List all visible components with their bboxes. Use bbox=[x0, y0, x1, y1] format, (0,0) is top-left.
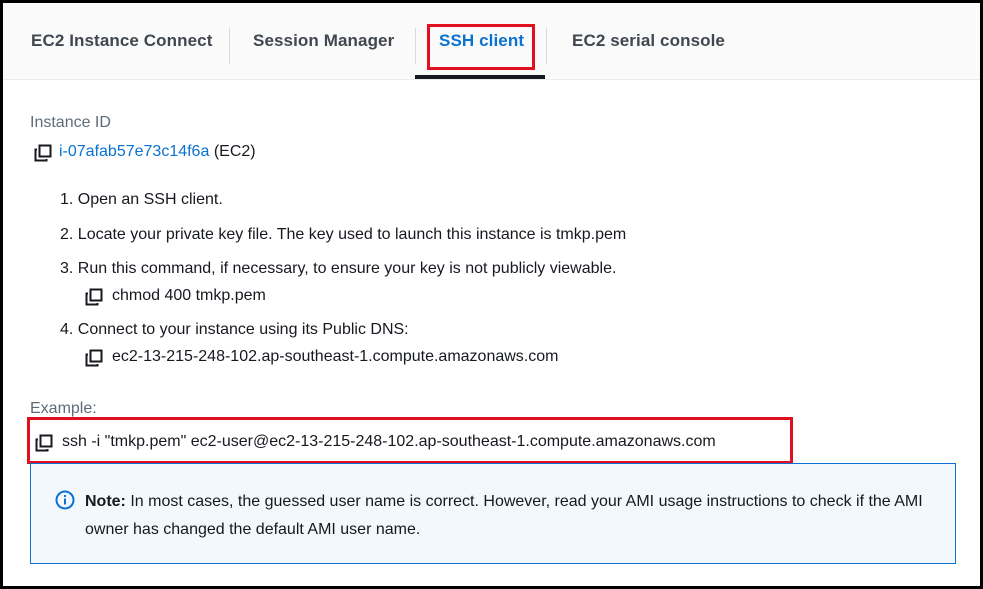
example-label: Example: bbox=[30, 400, 97, 417]
instance-id-row: i-07afab57e73c14f6a (EC2) bbox=[59, 143, 256, 161]
example-ssh-command: ssh -i "tmkp.pem" ec2-user@ec2-13-215-24… bbox=[62, 433, 716, 450]
ssh-connect-panel: EC2 Instance Connect Session Manager SSH… bbox=[0, 0, 983, 589]
instance-id-label: Instance ID bbox=[30, 114, 111, 131]
chmod-command: chmod 400 tmkp.pem bbox=[112, 287, 266, 304]
copy-icon[interactable] bbox=[85, 349, 103, 367]
active-tab-indicator bbox=[415, 75, 545, 79]
info-icon bbox=[55, 490, 75, 510]
info-alert-text: Note: In most cases, the guessed user na… bbox=[85, 488, 935, 544]
note-body: In most cases, the guessed user name is … bbox=[85, 493, 923, 538]
step-3: 3. Run this command, if necessary, to en… bbox=[60, 260, 617, 277]
copy-icon[interactable] bbox=[35, 434, 53, 452]
step-4: 4. Connect to your instance using its Pu… bbox=[60, 321, 409, 338]
step-2: 2. Locate your private key file. The key… bbox=[60, 226, 627, 243]
step-1: 1. Open an SSH client. bbox=[60, 191, 223, 208]
tab-divider bbox=[415, 28, 416, 64]
note-title: Note: bbox=[85, 493, 126, 510]
tab-divider bbox=[546, 28, 547, 64]
highlight-box-ssh-tab bbox=[427, 24, 535, 70]
instance-id-suffix: (EC2) bbox=[213, 143, 256, 160]
info-alert: Note: In most cases, the guessed user na… bbox=[30, 463, 956, 564]
copy-icon[interactable] bbox=[85, 288, 103, 306]
tab-ec2-instance-connect[interactable]: EC2 Instance Connect bbox=[31, 3, 213, 79]
tab-divider bbox=[229, 28, 230, 64]
public-dns-value: ec2-13-215-248-102.ap-southeast-1.comput… bbox=[112, 348, 559, 365]
tab-session-manager[interactable]: Session Manager bbox=[253, 3, 394, 79]
tab-ec2-serial-console[interactable]: EC2 serial console bbox=[572, 3, 725, 79]
instance-id-link[interactable]: i-07afab57e73c14f6a bbox=[59, 143, 209, 160]
copy-icon[interactable] bbox=[34, 144, 52, 162]
